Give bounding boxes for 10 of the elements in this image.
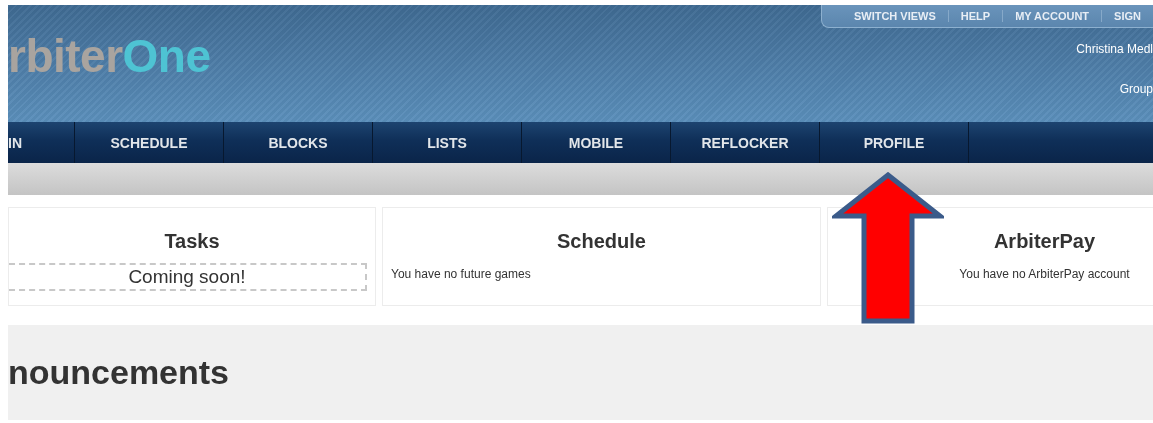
user-name: Christina Medl <box>1076 42 1153 56</box>
group-label: Group <box>1119 82 1153 96</box>
section-title: nouncements <box>8 352 231 392</box>
coming-soon-box: Coming soon! <box>9 263 367 291</box>
card-title: Tasks <box>164 230 220 253</box>
logo: rbiterOne <box>8 33 211 79</box>
card-title: Schedule <box>557 230 646 253</box>
card-text: You have no ArbiterPay account <box>959 267 1130 281</box>
card-text: You have no future games <box>391 267 531 281</box>
card-title: ArbiterPay <box>993 230 1096 253</box>
